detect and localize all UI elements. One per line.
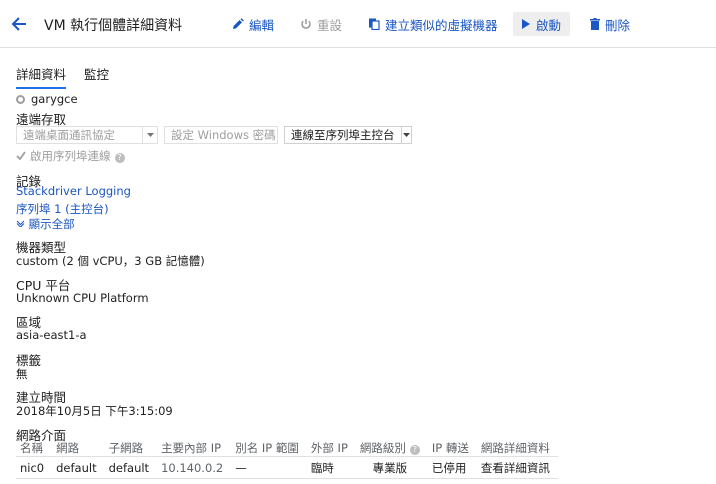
serial-console-value: 連線至序列埠主控台	[291, 128, 395, 142]
stopped-status-icon	[16, 95, 25, 104]
help-icon[interactable]: ?	[114, 153, 125, 163]
start-label: 啟動	[536, 17, 562, 33]
network-tier-cell: 專業版	[355, 456, 428, 479]
play-icon	[522, 19, 530, 29]
nic-name: nic0	[16, 456, 53, 479]
network-cell: default	[52, 456, 105, 479]
serial-port-checkbox-row[interactable]: 啟用序列埠連線?	[16, 148, 125, 164]
copy-icon	[369, 18, 380, 30]
delete-button[interactable]: 刪除	[590, 12, 630, 36]
create-similar-label: 建立類似的虛擬機器	[385, 17, 498, 33]
back-arrow-icon[interactable]	[10, 14, 28, 34]
windows-password-label: 設定 Windows 密碼	[171, 128, 276, 142]
delete-label: 刪除	[605, 17, 631, 33]
view-details-link[interactable]: 查看詳細資訊	[476, 456, 558, 479]
caret-down-icon	[146, 133, 154, 137]
rdp-dropdown-arrow[interactable]	[142, 126, 158, 144]
create-similar-button[interactable]: 建立類似的虛擬機器	[368, 12, 498, 36]
column-header: IP 轉送	[431, 441, 469, 455]
tab-details[interactable]: 詳細資料	[16, 64, 67, 89]
tab-bar: 詳細資料 監控	[16, 64, 109, 89]
created-value: 2018年10月5日 下午3:15:09	[16, 404, 173, 418]
alias-ip-cell: —	[231, 456, 307, 479]
page-title: VM 執行個體詳細資料	[44, 18, 183, 34]
external-ip-cell: 臨時	[306, 456, 356, 479]
serial-dropdown-arrow[interactable]	[400, 127, 412, 143]
ip-forwarding-cell: 已停用	[427, 456, 477, 479]
chevron-down-icon	[16, 220, 25, 228]
column-header: 子網路	[108, 441, 144, 455]
cpu-platform-value: Unknown CPU Platform	[16, 291, 149, 305]
power-icon	[301, 19, 311, 29]
rdp-select[interactable]: 遠端桌面通訊協定	[16, 126, 142, 144]
edit-button[interactable]: 編輯	[232, 12, 274, 36]
table-row: nic0 default default 10.140.0.2 — 臨時 專業版…	[16, 456, 558, 479]
top-bar: VM 執行個體詳細資料 編輯 重設 建立類似的虛擬機器 啟動 刪除	[0, 0, 716, 48]
column-header: 網路詳細資料	[480, 441, 550, 455]
subnet-cell: default	[104, 456, 158, 479]
tab-monitoring[interactable]: 監控	[84, 64, 109, 89]
instance-name: garygce	[31, 92, 78, 106]
show-all-label: 顯示全部	[28, 217, 75, 231]
trash-icon	[590, 18, 600, 30]
column-header: 外部 IP	[310, 441, 348, 455]
labels-value: 無	[16, 367, 28, 381]
machine-type-value: custom (2 個 vCPU，3 GB 記憶體)	[16, 254, 205, 268]
checkbox-checked-icon[interactable]	[16, 151, 26, 161]
windows-password-button[interactable]: 設定 Windows 密碼	[164, 126, 278, 144]
serial-console-select[interactable]: 連線至序列埠主控台	[284, 126, 412, 144]
zone-value: asia-east1-a	[16, 328, 87, 342]
serial-port-1-link[interactable]: 序列埠 1 (主控台)	[16, 201, 109, 217]
network-interfaces-table: 名稱 網路 子網路 主要內部 IP 別名 IP 範圍 外部 IP 網路級別? I…	[16, 440, 558, 479]
column-header: 別名 IP 範圍	[235, 441, 299, 455]
start-button[interactable]: 啟動	[513, 12, 571, 36]
instance-name-row: garygce	[16, 92, 78, 106]
edit-label: 編輯	[249, 17, 275, 33]
show-all-link[interactable]: 顯示全部	[16, 216, 75, 232]
reset-label: 重設	[317, 17, 343, 33]
internal-ip-cell: 10.140.0.2	[157, 456, 232, 479]
column-header: 主要內部 IP	[161, 441, 222, 455]
column-header-network-tier: 網路級別?	[356, 440, 428, 457]
pencil-icon	[233, 18, 244, 29]
table-header-row: 名稱 網路 子網路 主要內部 IP 別名 IP 範圍 外部 IP 網路級別? I…	[16, 440, 558, 457]
column-header: 網路	[56, 441, 80, 455]
column-header: 名稱	[20, 441, 43, 455]
serial-port-checkbox-label: 啟用序列埠連線	[30, 149, 111, 163]
help-icon[interactable]: ?	[409, 445, 420, 455]
caret-down-icon	[402, 133, 410, 137]
rdp-select-value: 遠端桌面通訊協定	[23, 128, 115, 142]
stackdriver-logging-link[interactable]: Stackdriver Logging	[16, 184, 131, 198]
reset-button[interactable]: 重設	[300, 12, 342, 36]
